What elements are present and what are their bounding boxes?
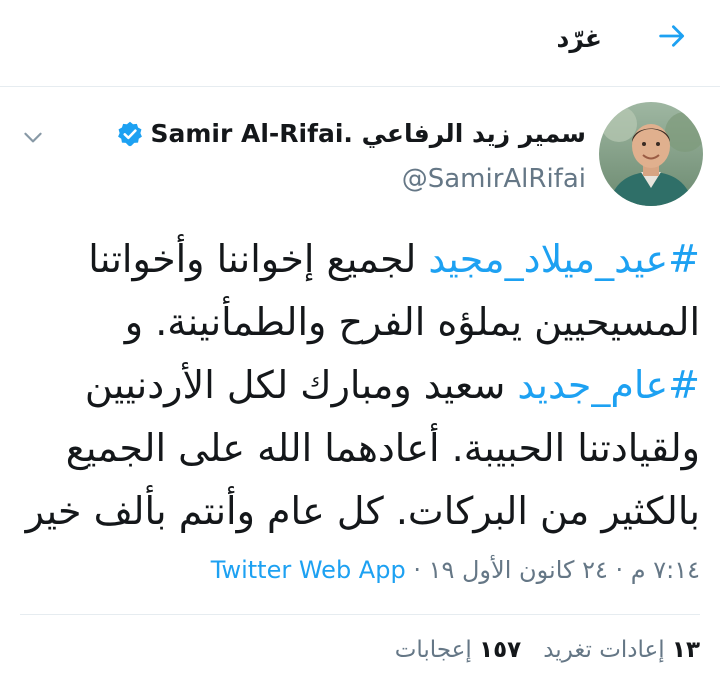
- likes-label: إعجابات: [394, 637, 472, 663]
- likes-count: ١٥٧: [479, 637, 522, 663]
- tweet-meta: ٧:١٤ م · ٢٤ كانون الأول ١٩ · Twitter Web…: [211, 556, 700, 584]
- tweet-source-link[interactable]: Twitter Web App: [211, 556, 406, 584]
- tweet-timestamp[interactable]: ٧:١٤ م · ٢٤ كانون الأول ١٩ ·: [406, 556, 700, 584]
- tweet-text: #عيد_ميلاد_مجيد لجميع إخواننا وأخواتنا ا…: [20, 228, 700, 543]
- verified-badge-icon: [118, 121, 143, 146]
- author-handle[interactable]: @SamirAlRifai: [402, 164, 586, 194]
- avatar-image: [599, 102, 703, 206]
- retweets-count: ١٣: [671, 637, 700, 663]
- likes-stat[interactable]: ١٥٧ إعجابات: [395, 637, 521, 663]
- retweets-label: إعادات تغريد: [543, 637, 665, 663]
- tweet-menu-button[interactable]: [20, 124, 46, 150]
- page-title: غرّد: [556, 24, 602, 53]
- tweet-stats: ١٣ إعادات تغريد ١٥٧ إعجابات: [373, 637, 700, 663]
- author-name-text: سمير زيد الرفاعي .Samir Al-Rifai: [150, 119, 586, 148]
- hashtag-link[interactable]: #عيد_ميلاد_مجيد: [428, 237, 700, 281]
- chevron-down-icon: [24, 132, 42, 143]
- hashtag-link[interactable]: #عام_جديد: [517, 363, 700, 407]
- arrow-right-icon: [659, 25, 685, 47]
- top-bar: غرّد: [0, 0, 720, 87]
- divider: [20, 614, 700, 615]
- author-name[interactable]: سمير زيد الرفاعي .Samir Al-Rifai: [116, 119, 586, 148]
- tweet-detail-page: غرّد سمير زيد الرفاعي .Samir Al-Rifai @S…: [0, 0, 720, 691]
- back-button[interactable]: [650, 14, 694, 58]
- avatar[interactable]: [599, 102, 703, 206]
- retweets-stat[interactable]: ١٣ إعادات تغريد: [543, 637, 700, 663]
